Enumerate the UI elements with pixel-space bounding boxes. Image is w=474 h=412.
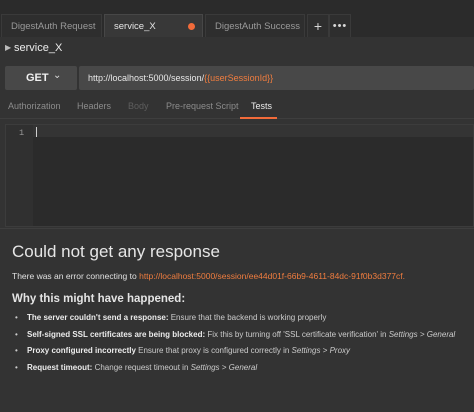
active-tab-indicator — [240, 117, 277, 119]
reasons-list: The server couldn't send a response: Ens… — [12, 313, 472, 379]
active-line — [33, 125, 473, 137]
reason-title: Self-signed SSL certificates are being b… — [27, 329, 206, 339]
tab-digestauth-request[interactable]: DigestAuth Request — [1, 14, 102, 37]
settings-path: Settings > General — [190, 362, 258, 372]
reason-text: Ensure that proxy is configured correctl… — [135, 346, 292, 355]
more-tabs-button[interactable]: ••• — [329, 14, 351, 37]
tab-pre-request-script[interactable]: Pre-request Script — [166, 101, 239, 111]
pane-divider[interactable] — [0, 228, 474, 229]
chevron-right-icon[interactable]: ▶ — [5, 43, 11, 52]
chevron-down-icon: ⌄ — [53, 70, 62, 81]
tests-code-editor[interactable]: 1 — [5, 124, 474, 227]
tab-tests[interactable]: Tests — [251, 101, 272, 111]
tab-authorization[interactable]: Authorization — [8, 101, 61, 111]
list-item: Proxy configured incorrectly Ensure that… — [12, 346, 472, 363]
editor-gutter: 1 — [6, 125, 33, 226]
reason-text: Change request timeout in — [92, 362, 191, 372]
tab-service-x[interactable]: service_X — [104, 14, 203, 37]
url-text: http://localhost:5000/session/ — [88, 73, 205, 83]
tab-label: DigestAuth Request — [11, 21, 96, 32]
request-name[interactable]: service_X — [14, 42, 62, 54]
reason-title: The server couldn't send a response: — [27, 313, 169, 322]
url-variable: {{userSessionId}} — [204, 73, 274, 83]
reason-text: Fix this by turning off 'SSL certificate… — [205, 329, 389, 339]
response-error-title: Could not get any response — [12, 242, 220, 261]
url-input[interactable]: http://localhost:5000/session/{{userSess… — [79, 66, 474, 90]
request-subtabs: Authorization Headers Body Pre-request S… — [0, 95, 474, 119]
tab-body[interactable]: Body — [128, 101, 149, 111]
settings-path: Settings > General — [388, 329, 456, 339]
method-select[interactable]: GET ⌄ — [5, 66, 77, 90]
request-tab-bar: DigestAuth Request service_X DigestAuth … — [0, 0, 474, 37]
response-error-message: There was an error connecting to http://… — [12, 271, 405, 281]
tab-label: DigestAuth Success — [215, 21, 301, 32]
reason-title: Proxy configured incorrectly — [27, 346, 136, 355]
new-tab-button[interactable]: + — [307, 14, 329, 37]
tab-label: service_X — [114, 21, 156, 32]
list-item: Request timeout: Change request timeout … — [12, 363, 472, 380]
reason-title: Request timeout: — [27, 362, 93, 372]
list-item: Self-signed SSL certificates are being b… — [12, 330, 472, 347]
ellipsis-icon: ••• — [332, 20, 348, 32]
settings-path: Settings > Proxy — [291, 346, 351, 355]
text-cursor — [36, 127, 37, 137]
error-prefix: There was an error connecting to — [12, 271, 140, 281]
list-item: The server couldn't send a response: Ens… — [12, 313, 472, 330]
tab-digestauth-success[interactable]: DigestAuth Success — [205, 14, 305, 37]
unsaved-dot-icon — [188, 23, 195, 30]
line-number: 1 — [19, 128, 25, 138]
error-url-link[interactable]: http://localhost:5000/session/ee44d01f-6… — [139, 271, 405, 281]
reason-text: Ensure that the backend is working prope… — [168, 313, 327, 322]
request-name-bar: ▶ service_X — [0, 37, 474, 62]
plus-icon: + — [313, 18, 323, 34]
method-label: GET — [26, 72, 49, 84]
tab-headers[interactable]: Headers — [77, 101, 111, 111]
why-heading: Why this might have happened: — [12, 293, 186, 305]
